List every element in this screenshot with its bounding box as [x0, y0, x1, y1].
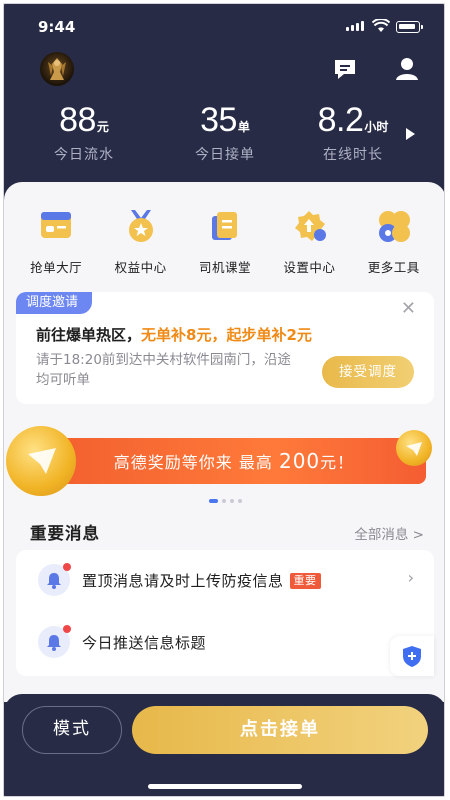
message-icon[interactable] — [332, 56, 358, 82]
carousel-indicator — [4, 499, 444, 503]
message-text: 置顶消息请及时上传防疫信息 重要 — [82, 570, 321, 591]
banner-text: 高德奖励等你来 最高 200元！ — [74, 438, 394, 484]
messages-title: 重要消息 — [30, 524, 100, 543]
grid-label: 抢单大厅 — [30, 260, 83, 275]
carousel-dot — [221, 499, 226, 503]
dispatch-title-highlight: 无单补8元，起步单补2元 — [141, 326, 312, 344]
warrior-avatar-icon — [48, 58, 66, 80]
paper-plane-icon — [406, 442, 422, 456]
wifi-icon — [372, 19, 390, 32]
shield-icon — [403, 646, 421, 667]
message-text-content: 置顶消息请及时上传防疫信息 — [82, 572, 284, 590]
carousel-dot — [229, 499, 234, 503]
grid-item-order-hall[interactable]: 抢单大厅 — [16, 208, 96, 276]
grid-label: 权益中心 — [114, 260, 167, 275]
grid-item-driver-class[interactable]: 司机课堂 — [185, 208, 265, 276]
stat-today-orders: 35单 今日接单 — [165, 100, 285, 164]
dispatch-title-prefix: 前往爆单热区， — [36, 326, 142, 344]
avatar[interactable] — [40, 52, 74, 86]
paper-plane-icon — [28, 448, 56, 474]
dispatch-invite-card: 调度邀请 ✕ 前往爆单热区，无单补8元，起步单补2元 请于18:20前到达中关村… — [16, 292, 434, 404]
promo-banner[interactable]: 高德奖励等你来 最高 200元！ — [6, 426, 434, 496]
home-indicator[interactable] — [148, 784, 302, 789]
grid-label: 更多工具 — [367, 260, 420, 275]
chevron-right-icon: › — [407, 568, 414, 587]
stat-online-hours: 8.2小时 在线时长 — [293, 100, 413, 164]
grid-item-more-tools[interactable]: 更多工具 — [354, 208, 434, 276]
bell-icon — [38, 563, 71, 596]
driver-class-book-icon — [211, 212, 237, 240]
benefits-medal-icon — [128, 210, 153, 242]
feature-grid: 抢单大厅 权益中心 司机课堂 设置中心 更多工具 — [4, 208, 444, 276]
stat-value: 8.2 — [317, 101, 364, 139]
accept-dispatch-button[interactable]: 接受调度 — [322, 356, 414, 388]
all-messages-link[interactable]: 全部消息 > — [354, 523, 424, 543]
message-item-pinned[interactable]: 置顶消息请及时上传防疫信息 重要 › — [16, 550, 434, 610]
message-item[interactable]: 今日推送信息标题 — [16, 612, 434, 672]
dispatch-description: 请于18:20前到达中关村软件园南门，沿途均可听单 — [36, 352, 291, 388]
dispatch-tag: 调度邀请 — [16, 292, 93, 314]
bottom-bar: 模式 点击接单 — [4, 694, 444, 796]
stat-label: 今日流水 — [54, 147, 114, 163]
status-time: 9:44 — [38, 18, 76, 36]
banner-text-suffix: 元！ — [320, 453, 355, 472]
messages-list: 置顶消息请及时上传防疫信息 重要 › 今日推送信息标题 — [16, 550, 434, 676]
stat-label: 今日接单 — [195, 147, 255, 163]
signal-icon — [346, 21, 364, 31]
small-coin-icon — [396, 430, 432, 466]
app-screen: 9:44 88元 今日流水 35单 今日接单 8.2小时 在线时长 抢单大厅 权… — [3, 3, 445, 797]
stat-unit: 单 — [237, 120, 250, 134]
accept-order-button[interactable]: 点击接单 — [132, 706, 428, 754]
main-sheet: 抢单大厅 权益中心 司机课堂 设置中心 更多工具 调度邀请 ✕ 前往爆单热区，无… — [4, 182, 444, 702]
user-profile-icon[interactable] — [394, 56, 420, 82]
stat-unit: 小时 — [364, 120, 389, 134]
bell-icon — [38, 625, 71, 658]
important-badge: 重要 — [289, 573, 321, 589]
stat-today-revenue: 88元 今日流水 — [24, 100, 144, 164]
close-icon[interactable]: ✕ — [401, 298, 416, 319]
settings-gear-icon — [295, 211, 327, 241]
stat-unit: 元 — [96, 120, 109, 134]
grid-item-settings[interactable]: 设置中心 — [269, 208, 349, 276]
stat-label: 在线时长 — [323, 147, 383, 163]
battery-icon — [396, 21, 423, 33]
mode-button[interactable]: 模式 — [22, 706, 122, 754]
grid-label: 设置中心 — [283, 260, 336, 275]
coin-icon — [6, 426, 76, 496]
status-bar: 9:44 — [4, 4, 444, 48]
carousel-dot — [237, 499, 242, 503]
grid-item-benefits[interactable]: 权益中心 — [101, 208, 181, 276]
banner-text-prefix: 高德奖励等你来 最高 — [113, 453, 273, 472]
message-text: 今日推送信息标题 — [82, 634, 207, 652]
grid-label: 司机课堂 — [198, 260, 251, 275]
banner-amount: 200 — [278, 449, 321, 473]
stat-value: 35 — [200, 101, 237, 139]
order-hall-icon — [41, 212, 72, 238]
dispatch-title: 前往爆单热区，无单补8元，起步单补2元 — [36, 324, 312, 345]
carousel-dot-active — [208, 499, 218, 503]
stats-row[interactable]: 88元 今日流水 35单 今日接单 8.2小时 在线时长 — [4, 100, 444, 170]
safety-shield-button[interactable] — [390, 636, 434, 676]
play-arrow-icon[interactable] — [406, 128, 415, 140]
more-tools-icon — [378, 211, 410, 242]
stat-value: 88 — [59, 101, 96, 139]
